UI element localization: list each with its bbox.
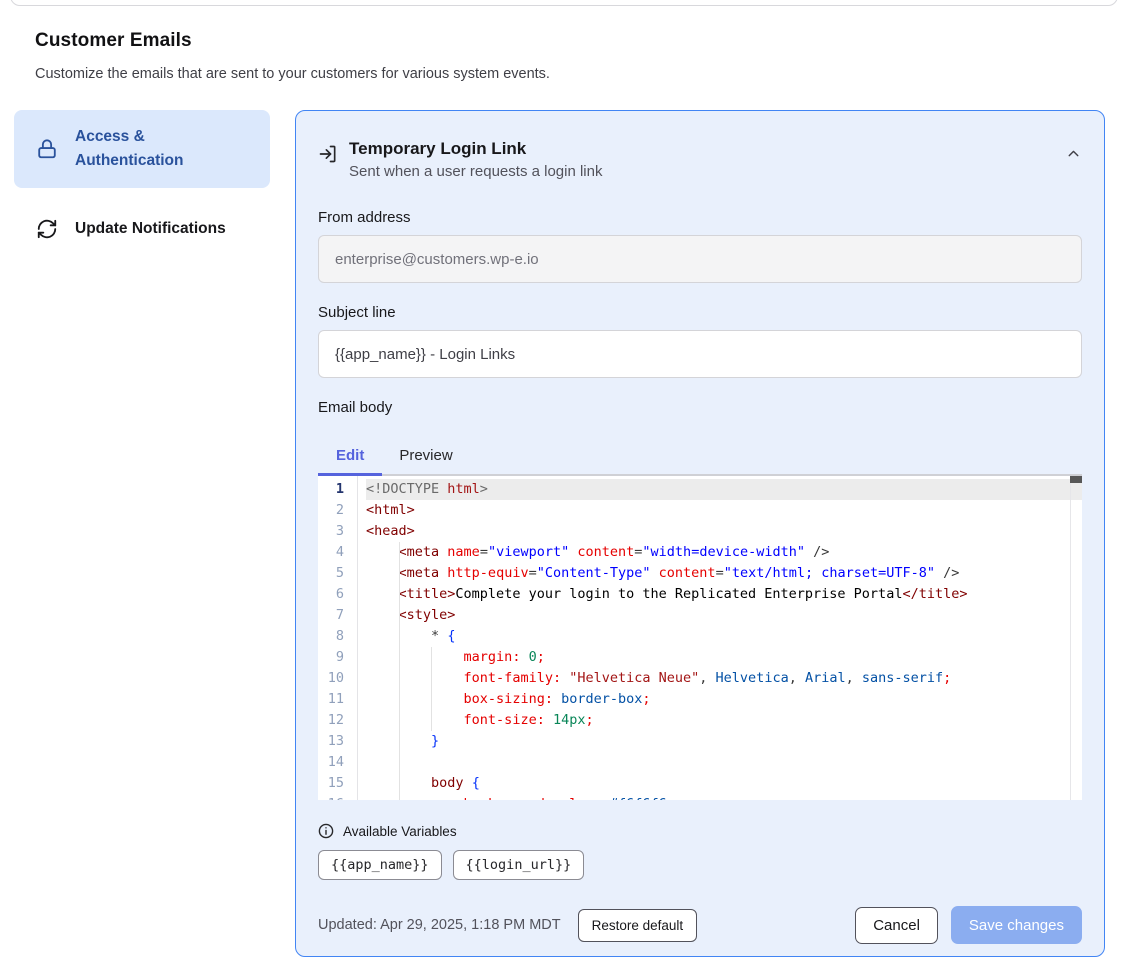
code-line: <meta name="viewport" content="width=dev… [366,542,1082,563]
line-number: 9 [318,647,344,668]
line-number: 16 [318,794,344,800]
line-number: 1 [318,479,344,500]
subject-line-label: Subject line [318,304,1082,321]
line-number: 11 [318,689,344,710]
indent-guide [431,647,432,731]
restore-default-button[interactable]: Restore default [578,909,698,942]
editor-scrollbar[interactable] [1070,476,1082,800]
subject-line-field[interactable] [318,330,1082,378]
card-title: Temporary Login Link [349,139,602,159]
line-number: 10 [318,668,344,689]
chevron-up-icon [1065,145,1082,162]
code-line: background-color: #f6f6f6; [366,794,1082,800]
variable-chip[interactable]: {{login_url}} [453,850,585,880]
line-number: 15 [318,773,344,794]
line-number: 3 [318,521,344,542]
refresh-icon [36,218,58,240]
code-line: <head> [366,521,1082,542]
editor-tabs: Edit Preview [318,436,1082,476]
available-variables-header: Available Variables [318,823,1082,839]
editor-code: <!DOCTYPE html><html><head> <meta name="… [358,476,1082,800]
code-line: box-sizing: border-box; [366,689,1082,710]
sidebar-item-update-notifications[interactable]: Update Notifications [14,205,270,253]
updated-timestamp: Updated: Apr 29, 2025, 1:18 PM MDT [318,917,561,933]
code-line [366,752,1082,773]
page-subtitle: Customize the emails that are sent to yo… [35,66,550,82]
cancel-button[interactable]: Cancel [855,907,938,944]
code-line: font-size: 14px; [366,710,1082,731]
card-footer: Updated: Apr 29, 2025, 1:18 PM MDT Resto… [318,906,1082,944]
line-number: 12 [318,710,344,731]
line-number: 13 [318,731,344,752]
sidebar-item-label: Update Notifications [75,217,226,241]
sidebar-item-access-authentication[interactable]: Access & Authentication [14,110,270,188]
code-line: margin: 0; [366,647,1082,668]
lock-icon [36,138,58,160]
line-number: 14 [318,752,344,773]
indent-guide [399,542,400,800]
temporary-login-link-card: Temporary Login Link Sent when a user re… [295,110,1105,957]
code-line: <meta http-equiv="Content-Type" content=… [366,563,1082,584]
code-line: <html> [366,500,1082,521]
editor-scrollbar-thumb[interactable] [1070,476,1082,483]
email-types-sidebar: Access & Authentication Update Notificat… [14,110,270,253]
line-number: 5 [318,563,344,584]
from-address-field[interactable] [318,235,1082,283]
tab-edit[interactable]: Edit [318,436,382,474]
page-title: Customer Emails [35,30,192,52]
info-icon [318,823,334,839]
code-line: * { [366,626,1082,647]
email-body-editor[interactable]: 12345678910111213141516 <!DOCTYPE html><… [318,476,1082,800]
code-line: <!DOCTYPE html> [366,479,1082,500]
code-line: <title>Complete your login to the Replic… [366,584,1082,605]
card-header: Temporary Login Link Sent when a user re… [318,137,1082,180]
editor-line-numbers: 12345678910111213141516 [318,476,358,800]
variable-chips: {{app_name}} {{login_url}} [318,850,1082,880]
save-changes-button[interactable]: Save changes [951,906,1082,944]
code-line: } [366,731,1082,752]
email-body-label: Email body [318,399,1082,416]
from-address-label: From address [318,209,1082,226]
line-number: 4 [318,542,344,563]
line-number: 8 [318,626,344,647]
line-number: 6 [318,584,344,605]
collapse-button[interactable] [1065,145,1082,162]
previous-card-edge [10,0,1118,6]
variable-chip[interactable]: {{app_name}} [318,850,442,880]
login-icon [318,144,338,164]
line-number: 7 [318,605,344,626]
available-variables-label: Available Variables [343,824,457,839]
code-line: <style> [366,605,1082,626]
sidebar-item-label: Access & Authentication [75,125,256,173]
card-header-text: Temporary Login Link Sent when a user re… [349,137,602,180]
line-number: 2 [318,500,344,521]
code-line: font-family: "Helvetica Neue", Helvetica… [366,668,1082,689]
card-subtitle: Sent when a user requests a login link [349,163,602,180]
tab-preview[interactable]: Preview [382,436,469,474]
code-line: body { [366,773,1082,794]
